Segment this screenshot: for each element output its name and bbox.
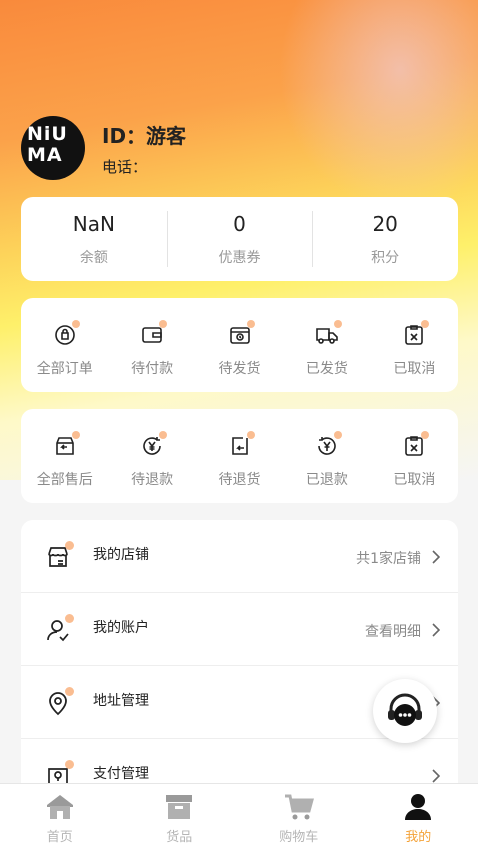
bottom-tab-bar: 首页 货品 购物车 我的 bbox=[0, 783, 478, 850]
user-check-icon bbox=[45, 614, 74, 643]
aftersale-all[interactable]: 全部售后 bbox=[21, 409, 108, 503]
menu-value: 查看明细 bbox=[365, 624, 421, 640]
grid-label: 待发货 bbox=[218, 361, 261, 377]
wallet-icon bbox=[140, 320, 168, 347]
location-pin-icon bbox=[45, 687, 74, 716]
order-all[interactable]: 全部订单 bbox=[21, 298, 108, 392]
cancel-doc-icon bbox=[402, 320, 430, 347]
grid-label: 已取消 bbox=[393, 472, 436, 488]
user-icon bbox=[402, 791, 434, 823]
avatar-logo-text: NiU MA bbox=[27, 123, 68, 166]
menu-label: 我的账户 bbox=[93, 620, 149, 636]
menu-item-my-account[interactable]: 我的账户 查看明细 bbox=[21, 593, 458, 666]
tab-label: 购物车 bbox=[279, 830, 319, 845]
cart-icon bbox=[283, 791, 315, 823]
user-phone: 电话： bbox=[102, 158, 148, 176]
grid-label: 已退款 bbox=[305, 472, 348, 488]
grid-label: 已发货 bbox=[305, 361, 348, 377]
grid-label: 待付款 bbox=[131, 361, 174, 377]
stat-balance[interactable]: NaN 余额 bbox=[21, 197, 167, 281]
refunded-icon bbox=[315, 431, 342, 458]
chevron-right-icon bbox=[432, 769, 440, 783]
stat-coupons[interactable]: 0 优惠券 bbox=[166, 197, 313, 281]
stat-value: 20 bbox=[372, 212, 398, 236]
chevron-right-icon bbox=[432, 550, 440, 564]
goods-box-icon bbox=[163, 791, 195, 823]
profile-header: NiU MA ID：游客 电话： bbox=[21, 116, 461, 180]
all-orders-icon bbox=[53, 320, 80, 347]
chevron-right-icon bbox=[432, 623, 440, 637]
stat-label: 余额 bbox=[79, 250, 108, 266]
aftersale-pending-refund[interactable]: 待退款 bbox=[108, 409, 195, 503]
user-id: ID：游客 bbox=[102, 124, 187, 148]
aftersale-pending-return[interactable]: 待退货 bbox=[196, 409, 283, 503]
grid-label: 全部售后 bbox=[36, 472, 93, 488]
stat-value: 0 bbox=[233, 212, 246, 236]
grid-label: 已取消 bbox=[393, 361, 436, 377]
menu-label: 支付管理 bbox=[93, 766, 149, 782]
stat-label: 优惠券 bbox=[218, 250, 261, 266]
store-icon bbox=[45, 541, 74, 570]
aftersale-status-card: 全部售后 待退款 待退货 已退款 已取消 bbox=[21, 409, 458, 503]
aftersale-refunded[interactable]: 已退款 bbox=[283, 409, 370, 503]
grid-label: 待退货 bbox=[218, 472, 261, 488]
truck-icon bbox=[315, 320, 342, 347]
refund-yen-icon bbox=[140, 431, 168, 458]
menu-label: 我的店铺 bbox=[93, 547, 149, 563]
tab-goods[interactable]: 货品 bbox=[120, 784, 240, 850]
home-icon bbox=[44, 791, 76, 823]
stats-card: NaN 余额 0 优惠券 20 积分 bbox=[21, 197, 458, 281]
tab-mine[interactable]: 我的 bbox=[359, 784, 478, 850]
stat-value: NaN bbox=[72, 212, 115, 236]
order-pending-payment[interactable]: 待付款 bbox=[108, 298, 195, 392]
cancel-doc-icon bbox=[402, 431, 430, 458]
stat-label: 积分 bbox=[371, 250, 400, 266]
tab-label: 货品 bbox=[166, 830, 193, 845]
return-box-icon bbox=[53, 431, 80, 458]
order-status-card: 全部订单 待付款 待发货 已发货 已取消 bbox=[21, 298, 458, 392]
tab-label: 我的 bbox=[405, 830, 432, 845]
grid-label: 全部订单 bbox=[36, 361, 93, 377]
tab-label: 首页 bbox=[46, 830, 73, 845]
settings-menu: 我的店铺 共1家店铺 我的账户 查看明细 地址管理 支付管理 bbox=[21, 520, 458, 810]
order-shipped[interactable]: 已发货 bbox=[283, 298, 370, 392]
tab-cart[interactable]: 购物车 bbox=[239, 784, 359, 850]
menu-value: 共1家店铺 bbox=[356, 551, 421, 567]
menu-label: 地址管理 bbox=[93, 693, 149, 709]
menu-item-my-store[interactable]: 我的店铺 共1家店铺 bbox=[21, 520, 458, 593]
customer-service-button[interactable] bbox=[373, 679, 437, 743]
grid-label: 待退款 bbox=[131, 472, 174, 488]
aftersale-cancelled[interactable]: 已取消 bbox=[371, 409, 458, 503]
order-cancelled[interactable]: 已取消 bbox=[371, 298, 458, 392]
stat-points[interactable]: 20 积分 bbox=[312, 197, 458, 281]
box-clock-icon bbox=[228, 320, 255, 347]
order-pending-shipment[interactable]: 待发货 bbox=[196, 298, 283, 392]
return-doc-icon bbox=[228, 431, 255, 458]
tab-home[interactable]: 首页 bbox=[0, 784, 120, 850]
avatar[interactable]: NiU MA bbox=[21, 116, 85, 180]
customer-service-icon bbox=[388, 693, 422, 726]
